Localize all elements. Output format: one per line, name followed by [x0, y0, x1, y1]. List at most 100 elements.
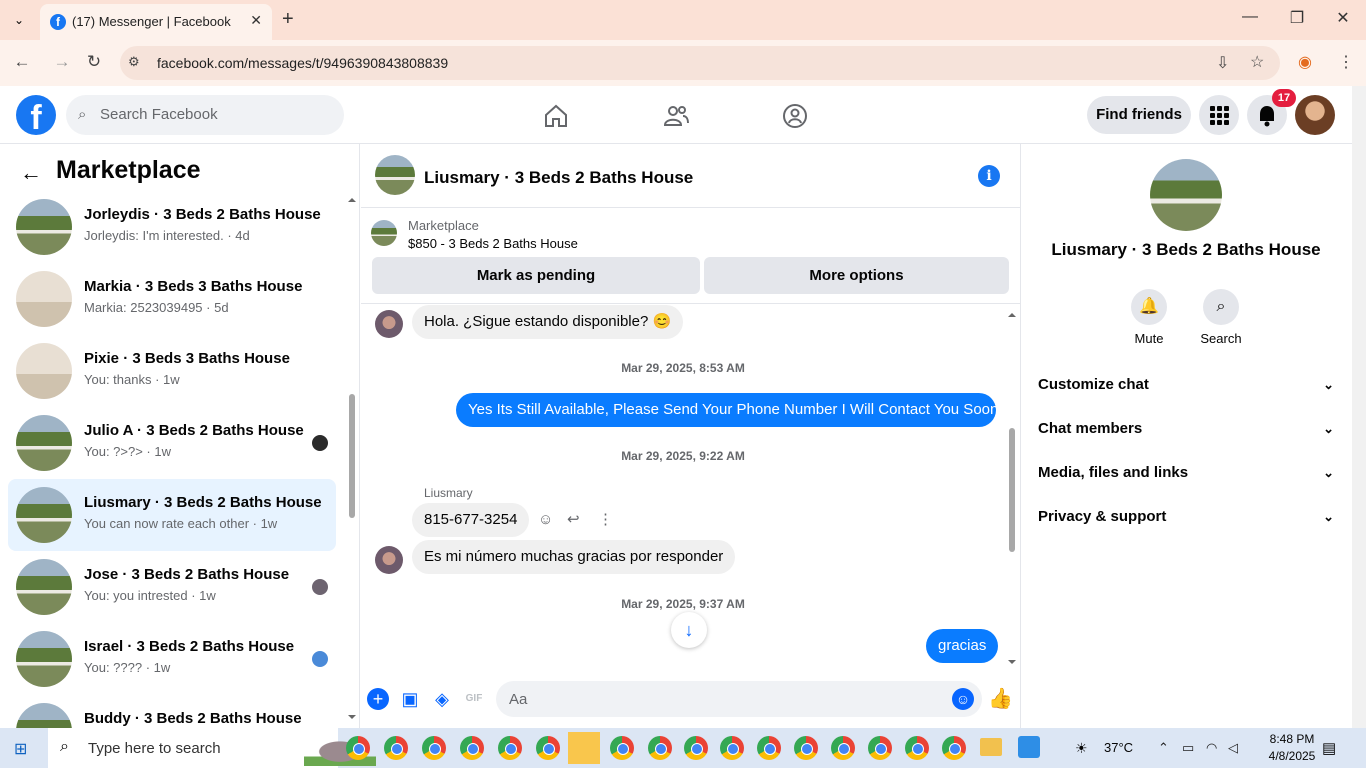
- forward-icon[interactable]: →: [50, 52, 74, 74]
- groups-icon[interactable]: [781, 102, 809, 130]
- sender-avatar[interactable]: [375, 546, 403, 574]
- chat-avatar[interactable]: [375, 155, 415, 195]
- browser-menu-icon[interactable]: ⋮: [1338, 52, 1354, 72]
- reply-icon[interactable]: ↩: [567, 510, 580, 528]
- chrome-icon[interactable]: [498, 736, 522, 760]
- chrome-icon[interactable]: [648, 736, 672, 760]
- chrome-icon[interactable]: [460, 736, 484, 760]
- media-files-links-section[interactable]: Media, files and links ⌄: [1038, 451, 1334, 495]
- clock-time[interactable]: 8:48 PM: [1262, 732, 1322, 746]
- photos-icon[interactable]: [1018, 736, 1040, 758]
- find-friends-button[interactable]: Find friends: [1087, 96, 1191, 134]
- new-tab-icon[interactable]: +: [282, 8, 294, 31]
- conversation-item[interactable]: Israel · 3 Beds 2 Baths House You: ???? ·…: [8, 623, 336, 695]
- taskbar-search-box[interactable]: ⌕ Type here to search: [48, 728, 376, 768]
- search-conversation-button[interactable]: ⌕ Search: [1191, 289, 1251, 346]
- browser-tab[interactable]: f (17) Messenger | Facebook ✕: [40, 4, 272, 40]
- menu-grid-button[interactable]: [1199, 95, 1239, 135]
- notification-center-icon[interactable]: ▤: [1322, 739, 1336, 757]
- chrome-icon[interactable]: [794, 736, 818, 760]
- emoji-icon[interactable]: ☺: [952, 688, 974, 710]
- minimize-icon[interactable]: —: [1236, 8, 1264, 32]
- chat-members-section[interactable]: Chat members ⌄: [1038, 407, 1334, 451]
- chat-title[interactable]: Liusmary · 3 Beds 2 Baths House: [424, 168, 693, 188]
- site-settings-icon[interactable]: ⚙: [128, 54, 140, 70]
- thumbs-up-icon[interactable]: 👍: [988, 688, 1013, 710]
- facebook-logo-icon[interactable]: f: [16, 95, 56, 137]
- chrome-icon[interactable]: [684, 736, 708, 760]
- profile-icon[interactable]: ◉: [1298, 52, 1312, 72]
- back-arrow-icon[interactable]: ←: [20, 160, 42, 186]
- chrome-icon[interactable]: [942, 736, 966, 760]
- more-options-button[interactable]: More options: [704, 257, 1009, 294]
- reload-icon[interactable]: ↻: [82, 52, 106, 74]
- conversation-preview: You can now rate each other · 1w: [84, 516, 278, 531]
- listing-price[interactable]: $850 - 3 Beds 2 Baths House: [408, 236, 578, 251]
- back-icon[interactable]: ←: [10, 52, 34, 74]
- chrome-icon[interactable]: [757, 736, 781, 760]
- windows-start-icon[interactable]: ⊞: [14, 739, 27, 759]
- friends-icon[interactable]: [662, 102, 690, 130]
- conversation-item[interactable]: Jorleydis · 3 Beds 2 Baths House Jorleydi…: [8, 191, 336, 263]
- tab-close-icon[interactable]: ✕: [250, 12, 262, 29]
- tab-search-chevron-icon[interactable]: ⌄: [8, 10, 30, 30]
- conversation-item[interactable]: Julio A · 3 Beds 2 Baths House You: ?>?> …: [8, 407, 336, 479]
- chevron-up-icon[interactable]: ⌃: [1158, 740, 1169, 756]
- conversation-item[interactable]: Pixie · 3 Beds 3 Baths House You: thanks …: [8, 335, 336, 407]
- facebook-search-input[interactable]: ⌕ Search Facebook: [66, 95, 344, 135]
- chrome-icon[interactable]: [905, 736, 929, 760]
- restore-icon[interactable]: ❐: [1283, 8, 1311, 32]
- sidebar-scrollbar[interactable]: [346, 194, 358, 724]
- react-icon[interactable]: ☺: [538, 511, 553, 528]
- grid-icon: [1210, 106, 1229, 125]
- listing-thumbnail[interactable]: [371, 220, 397, 246]
- conversation-thumbnail: [16, 415, 72, 471]
- conversation-thumbnail: [16, 559, 72, 615]
- conversation-item[interactable]: Buddy · 3 Beds 2 Baths House: [8, 695, 336, 728]
- customize-chat-section[interactable]: Customize chat ⌄: [1038, 363, 1334, 407]
- file-explorer-icon[interactable]: [980, 738, 1002, 756]
- privacy-support-section[interactable]: Privacy & support ⌄: [1038, 495, 1334, 539]
- chrome-icon[interactable]: [868, 736, 892, 760]
- chrome-icon[interactable]: [536, 736, 560, 760]
- profile-avatar[interactable]: [1150, 159, 1222, 231]
- conversation-preview: Jorleydis: I'm interested. · 4d: [84, 228, 250, 243]
- page-scrollbar[interactable]: [1352, 86, 1366, 728]
- chrome-icon[interactable]: [831, 736, 855, 760]
- message-outgoing: Yes Its Still Available, Please Send You…: [456, 393, 998, 427]
- chrome-icon[interactable]: [346, 736, 370, 760]
- account-avatar[interactable]: [1295, 95, 1335, 135]
- plus-icon[interactable]: +: [367, 688, 389, 710]
- home-icon[interactable]: [542, 102, 570, 130]
- battery-icon[interactable]: ▭: [1182, 740, 1194, 756]
- clock-date[interactable]: 4/8/2025: [1262, 749, 1322, 763]
- scroll-down-arrow-icon[interactable]: ↓: [671, 612, 707, 648]
- gif-icon[interactable]: GIF: [463, 688, 485, 710]
- install-app-icon[interactable]: ⇩: [1216, 53, 1229, 73]
- chrome-icon[interactable]: [422, 736, 446, 760]
- more-actions-icon[interactable]: ⋮: [598, 510, 613, 528]
- wifi-icon[interactable]: ◠: [1206, 740, 1217, 756]
- temperature[interactable]: 37°C: [1104, 740, 1133, 755]
- mark-as-pending-button[interactable]: Mark as pending: [372, 257, 700, 294]
- info-icon[interactable]: i: [978, 165, 1000, 187]
- sticky-notes-icon[interactable]: [568, 732, 600, 764]
- sender-avatar[interactable]: [375, 310, 403, 338]
- conversation-item[interactable]: Markia · 3 Beds 3 Baths House Markia: 252…: [8, 263, 336, 335]
- volume-icon[interactable]: ◁: [1228, 740, 1238, 756]
- conversation-preview: You: ?>?> · 1w: [84, 444, 171, 459]
- chrome-icon[interactable]: [720, 736, 744, 760]
- mute-button[interactable]: 🔔 Mute: [1119, 289, 1179, 346]
- conversation-item[interactable]: Liusmary · 3 Beds 2 Baths House You can n…: [8, 479, 336, 551]
- message-input[interactable]: Aa ☺: [496, 681, 982, 717]
- messages-scrollbar[interactable]: [1006, 308, 1018, 670]
- weather-icon[interactable]: ☀: [1075, 740, 1088, 757]
- photo-icon[interactable]: ▣: [399, 688, 421, 710]
- close-window-icon[interactable]: ✕: [1329, 8, 1357, 32]
- conversation-item[interactable]: Jose · 3 Beds 2 Baths House You: you intr…: [8, 551, 336, 623]
- chrome-icon[interactable]: [384, 736, 408, 760]
- chrome-icon[interactable]: [610, 736, 634, 760]
- address-bar[interactable]: ⚙ facebook.com/messages/t/94963908438088…: [120, 46, 1280, 80]
- sticker-icon[interactable]: ◈: [431, 688, 453, 710]
- bookmark-star-icon[interactable]: ☆: [1250, 52, 1264, 72]
